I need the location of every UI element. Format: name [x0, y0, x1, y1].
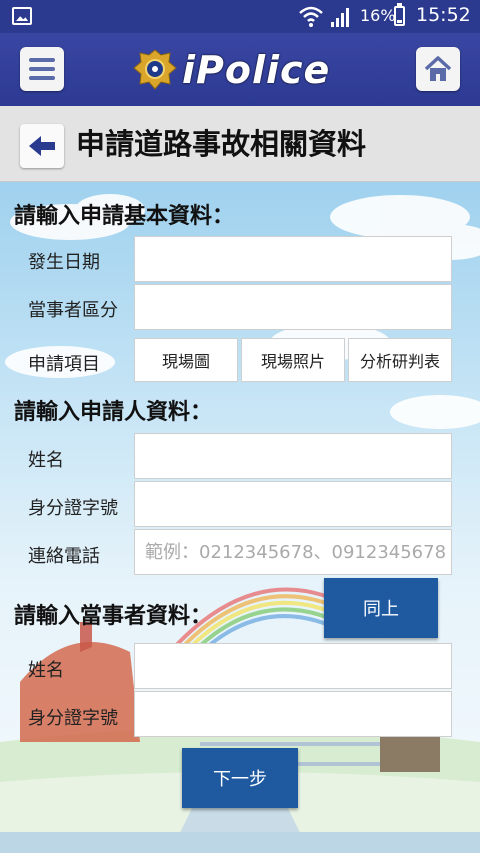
next-step-button[interactable]: 下一步: [182, 748, 298, 808]
applicant-phone-input[interactable]: [134, 529, 452, 575]
application-form: 請輸入申請基本資料： 發生日期 當事者區分 申請項目 現場圖 現場照片 分析研判…: [0, 182, 480, 853]
clock: 15:52: [416, 4, 471, 26]
menu-icon: [29, 58, 55, 62]
applicant-name-label: 姓名: [28, 450, 64, 471]
back-arrow-icon: [29, 136, 55, 156]
battery-icon: [394, 3, 405, 26]
party-name-label: 姓名: [28, 660, 64, 681]
basic-info-heading: 請輸入申請基本資料：: [14, 204, 235, 229]
applicant-name-input[interactable]: [134, 433, 452, 479]
title-bar: 申請道路事故相關資料: [0, 106, 480, 182]
date-input[interactable]: [134, 236, 452, 282]
home-icon: [424, 56, 452, 81]
party-id-input[interactable]: [134, 691, 452, 737]
item-scene-diagram-button[interactable]: 現場圖: [134, 338, 238, 382]
page-title: 申請道路事故相關資料: [76, 127, 367, 161]
menu-button[interactable]: [20, 47, 64, 91]
party-name-input[interactable]: [134, 643, 452, 689]
gallery-icon: [12, 7, 32, 25]
date-label: 發生日期: [28, 252, 100, 273]
app-name: iPolice: [182, 48, 331, 92]
party-id-label: 身分證字號: [28, 708, 118, 729]
party-type-label: 當事者區分: [28, 300, 118, 321]
party-type-input[interactable]: [134, 284, 452, 330]
police-badge-icon: [133, 49, 177, 90]
applicant-id-input[interactable]: [134, 481, 452, 527]
applicant-id-label: 身分證字號: [28, 498, 118, 519]
battery-percentage: 16%: [360, 6, 396, 25]
item-scene-photos-button[interactable]: 現場照片: [241, 338, 345, 382]
item-analysis-report-button[interactable]: 分析研判表: [348, 338, 452, 382]
applicant-info-heading: 請輸入申請人資料：: [14, 400, 213, 425]
app-logo: iPolice: [132, 47, 352, 93]
home-button[interactable]: [416, 47, 460, 91]
application-items-label: 申請項目: [28, 354, 100, 375]
same-as-above-button[interactable]: 同上: [324, 578, 438, 638]
signal-icon: [331, 8, 349, 27]
party-info-heading: 請輸入當事者資料：: [14, 604, 213, 629]
app-header: iPolice: [0, 33, 480, 106]
back-button[interactable]: [20, 124, 64, 168]
wifi-icon: [299, 6, 323, 27]
applicant-phone-label: 連絡電話: [28, 546, 100, 567]
status-bar: 16% 15:52: [0, 0, 480, 33]
